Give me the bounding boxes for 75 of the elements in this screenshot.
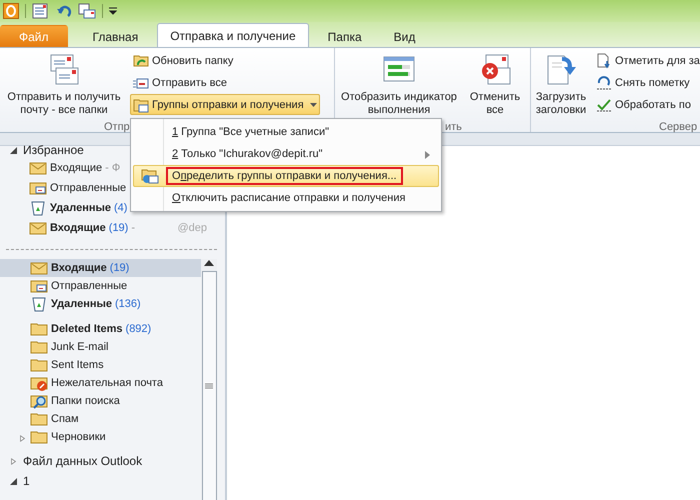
account-suffix: - Ф xyxy=(105,162,120,174)
folder-name: Удаленные xyxy=(50,202,112,214)
group-label: Отпр xyxy=(104,121,130,133)
collapse-arrow-icon[interactable] xyxy=(10,146,17,154)
undo-icon[interactable] xyxy=(56,3,72,19)
unread-count: (19) xyxy=(108,222,128,234)
ribbon-button[interactable]: Отменить все xyxy=(465,50,525,120)
outlook-logo-icon[interactable] xyxy=(3,3,19,19)
data-file-item[interactable]: Файл данных Outlook xyxy=(0,451,142,471)
folder-name: Отправленные xyxy=(50,182,126,194)
folder-item[interactable]: Отправленные xyxy=(0,277,201,295)
refresh-folder-icon xyxy=(133,52,149,68)
send-receive-icon[interactable] xyxy=(78,3,96,19)
recycle-bin-icon xyxy=(29,199,47,217)
folder-name: Входящие xyxy=(50,222,106,234)
folder-name: Папки поиска xyxy=(51,395,120,407)
folder-name: Спам xyxy=(51,413,79,425)
folder-item[interactable]: Deleted Items (892) xyxy=(0,320,201,338)
data-file-item[interactable]: 1 xyxy=(0,471,30,491)
ribbon-button[interactable]: Обработать по xyxy=(593,94,700,115)
menu-item[interactable]: 2 Только "Ichurakov@depit.ru" xyxy=(133,143,439,165)
ribbon-button[interactable]: Загрузить заголовки xyxy=(531,50,591,120)
unread-count: (4) xyxy=(114,202,128,214)
folder-item[interactable]: Входящие (19) - @dep xyxy=(0,218,225,238)
folder-item[interactable]: Спам xyxy=(0,410,201,428)
collapse-arrow-icon[interactable] xyxy=(10,478,17,484)
account-suffix: @dep xyxy=(177,222,208,234)
folder-name: Deleted Items xyxy=(51,323,123,335)
unread-count: (136) xyxy=(115,298,141,310)
menu-item[interactable]: Определить группы отправки и получения... xyxy=(133,165,439,187)
account-suffix: - xyxy=(131,222,136,234)
customize-menu-icon[interactable] xyxy=(109,7,117,15)
folder-envelope-icon xyxy=(133,96,149,112)
menu-item[interactable]: Отключить расписание отправки и получения xyxy=(133,187,439,209)
recycle-bin-icon xyxy=(30,295,48,313)
ribbon-button[interactable]: Снять пометку xyxy=(593,72,700,93)
ribbon-button[interactable]: Отправить и получить почту - все папки xyxy=(0,50,128,120)
page-arrow-icon xyxy=(596,52,612,68)
scroll-up-icon[interactable] xyxy=(204,259,214,267)
folder-item[interactable]: Черновики xyxy=(0,428,201,446)
folder-item[interactable]: Junk E-mail xyxy=(0,338,201,356)
ribbon-button[interactable]: Обновить папку xyxy=(130,50,320,71)
folder-name: Удаленные xyxy=(51,298,112,310)
unread-count: (892) xyxy=(126,323,152,335)
ribbon-button[interactable]: Отправить все xyxy=(130,72,320,93)
expand-arrow-icon[interactable] xyxy=(10,458,17,464)
ribbon-tab[interactable]: Вид xyxy=(380,25,428,47)
folder-item[interactable]: Sent Items xyxy=(0,356,201,374)
ribbon-tab[interactable]: Главная xyxy=(80,25,152,47)
menu-item[interactable]: 1 Группа "Все учетные записи" xyxy=(133,121,439,143)
group-label: ить xyxy=(445,121,462,133)
undo-arrow-icon xyxy=(596,74,612,90)
ribbon-button[interactable]: Отметить для за xyxy=(593,50,700,71)
folder-item[interactable]: Нежелательная почта xyxy=(0,374,201,392)
folder-item[interactable]: Входящие (19) xyxy=(0,259,201,277)
ribbon-tab[interactable]: Папка xyxy=(314,25,375,47)
ribbon-button[interactable]: Группы отправки и получения xyxy=(130,94,320,115)
folder-item[interactable]: Папки поиска xyxy=(0,392,201,410)
unread-count: (19) xyxy=(110,262,130,274)
group-label: Сервер xyxy=(659,121,698,133)
checkmark-icon xyxy=(596,96,612,112)
folder-name: Черновики xyxy=(51,431,106,443)
folder-name: Junk E-mail xyxy=(51,341,108,353)
ribbon-tab[interactable]: Отправка и получение xyxy=(157,23,309,47)
folder-name: Sent Items xyxy=(51,359,104,371)
expand-arrow-icon[interactable] xyxy=(19,435,26,442)
submenu-arrow-icon xyxy=(425,151,430,159)
folder-name: Отправленные xyxy=(51,280,128,292)
dropdown-arrow-icon xyxy=(310,102,317,106)
folder-item[interactable]: Удаленные (136) xyxy=(0,295,201,313)
folder-name: Нежелательная почта xyxy=(51,377,163,389)
save-icon[interactable] xyxy=(32,3,50,19)
folder-sync-icon xyxy=(141,167,159,185)
folder-name: Входящие xyxy=(51,262,107,274)
folder-name: Входящие xyxy=(50,162,102,174)
